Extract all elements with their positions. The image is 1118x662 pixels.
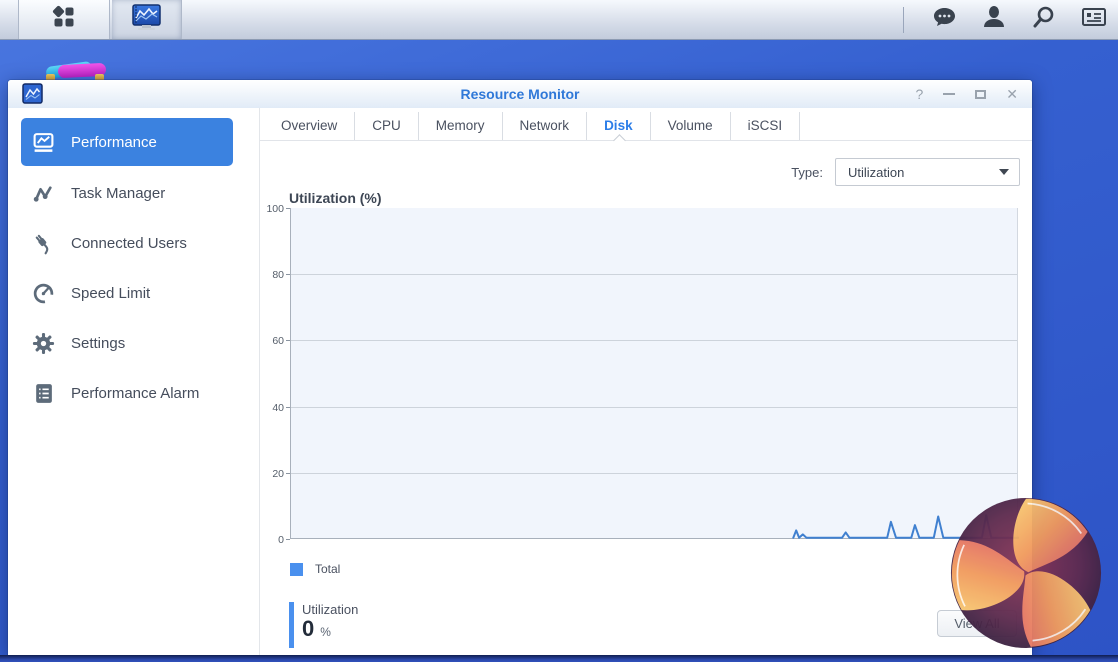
close-button[interactable]: ✕: [1006, 87, 1018, 101]
resource-monitor-app-icon: [131, 4, 163, 36]
sidebar-item-connected-users[interactable]: Connected Users: [8, 218, 259, 268]
help-button[interactable]: ?: [915, 87, 923, 101]
widgets-icon: [1081, 6, 1107, 33]
sidebar-item-label: Performance: [71, 134, 157, 151]
gridline: [291, 473, 1017, 474]
y-tick-label: 100: [260, 203, 284, 215]
speedometer-icon: [32, 282, 55, 305]
sidebar-item-label: Performance Alarm: [71, 385, 199, 402]
minimize-button[interactable]: [943, 93, 955, 95]
window-titlebar[interactable]: Resource Monitor ? ✕: [8, 80, 1032, 108]
window-title: Resource Monitor: [8, 80, 1032, 108]
legend-swatch-total: [290, 563, 303, 576]
tab-iscsi[interactable]: iSCSI: [731, 112, 801, 140]
resource-monitor-taskbar-button[interactable]: [112, 0, 182, 39]
type-dropdown[interactable]: Utilization: [835, 158, 1020, 186]
task-manager-icon: [32, 182, 55, 205]
view-all-button[interactable]: View All: [937, 610, 1017, 637]
user-icon: [983, 5, 1005, 34]
tab-network[interactable]: Network: [503, 112, 588, 140]
y-tick-mark: [286, 274, 290, 275]
sidebar-item-label: Connected Users: [71, 235, 187, 252]
tab-volume[interactable]: Volume: [651, 112, 731, 140]
summary-label: Utilization: [302, 602, 358, 617]
tab-overview[interactable]: Overview: [264, 112, 355, 140]
sidebar-item-label: Settings: [71, 335, 125, 352]
y-tick-mark: [286, 208, 290, 209]
user-button[interactable]: [980, 6, 1008, 34]
tabs-bar: Overview CPU Memory Network Disk Volume …: [260, 108, 1032, 141]
y-tick-label: 40: [260, 402, 284, 414]
y-tick-label: 60: [260, 335, 284, 347]
widgets-button[interactable]: [1080, 6, 1108, 34]
gridline: [291, 274, 1017, 275]
plot-area: [290, 208, 1018, 539]
utilization-summary: Utilization 0%: [289, 602, 358, 648]
plug-icon: [32, 232, 55, 255]
search-button[interactable]: [1030, 6, 1058, 34]
chat-icon: [932, 5, 957, 34]
gear-icon: [32, 332, 55, 355]
summary-unit: %: [320, 625, 331, 639]
sidebar-item-label: Speed Limit: [71, 285, 150, 302]
y-tick-label: 0: [260, 534, 284, 546]
y-tick-mark: [286, 340, 290, 341]
gridline: [291, 407, 1017, 408]
tab-cpu[interactable]: CPU: [355, 112, 419, 140]
y-tick-mark: [286, 473, 290, 474]
chat-button[interactable]: [930, 6, 958, 34]
desktop: Resource Monitor ? ✕ Performance: [0, 0, 1118, 662]
chart-legend: Total: [290, 562, 340, 576]
apps-menu-icon: [51, 4, 77, 35]
y-tick-label: 20: [260, 468, 284, 480]
performance-chart-icon: [32, 131, 55, 154]
y-tick-mark: [286, 407, 290, 408]
utilization-line-series: [291, 208, 1019, 539]
taskbar: [0, 0, 1118, 40]
chevron-down-icon: [999, 169, 1009, 175]
sidebar-item-settings[interactable]: Settings: [8, 318, 259, 368]
bottom-window-edge: [0, 655, 1118, 662]
sidebar-item-performance-alarm[interactable]: Performance Alarm: [8, 368, 259, 418]
type-dropdown-value: Utilization: [848, 165, 999, 180]
legend-label: Total: [315, 562, 340, 576]
main-content: Overview CPU Memory Network Disk Volume …: [260, 108, 1032, 655]
resource-monitor-window: Resource Monitor ? ✕ Performance: [8, 80, 1032, 655]
sidebar-item-task-manager[interactable]: Task Manager: [8, 168, 259, 218]
gridline: [291, 340, 1017, 341]
summary-value: 0: [302, 616, 314, 641]
type-label: Type:: [791, 165, 823, 180]
y-tick-label: 80: [260, 269, 284, 281]
alarm-list-icon: [32, 382, 55, 405]
main-menu-button[interactable]: [18, 0, 110, 39]
y-tick-mark: [286, 539, 290, 540]
sidebar-item-performance[interactable]: Performance: [21, 118, 233, 166]
tab-memory[interactable]: Memory: [419, 112, 503, 140]
sidebar: Performance Task Manager: [8, 108, 260, 655]
summary-accent-bar: [289, 602, 294, 648]
desktop-shortcut-icon[interactable]: [44, 58, 110, 82]
chart-title: Utilization (%): [289, 190, 382, 206]
taskbar-separator: [903, 7, 904, 33]
sidebar-item-speed-limit[interactable]: Speed Limit: [8, 268, 259, 318]
search-icon: [1032, 5, 1056, 34]
maximize-button[interactable]: [975, 90, 986, 99]
sidebar-item-label: Task Manager: [71, 185, 165, 202]
